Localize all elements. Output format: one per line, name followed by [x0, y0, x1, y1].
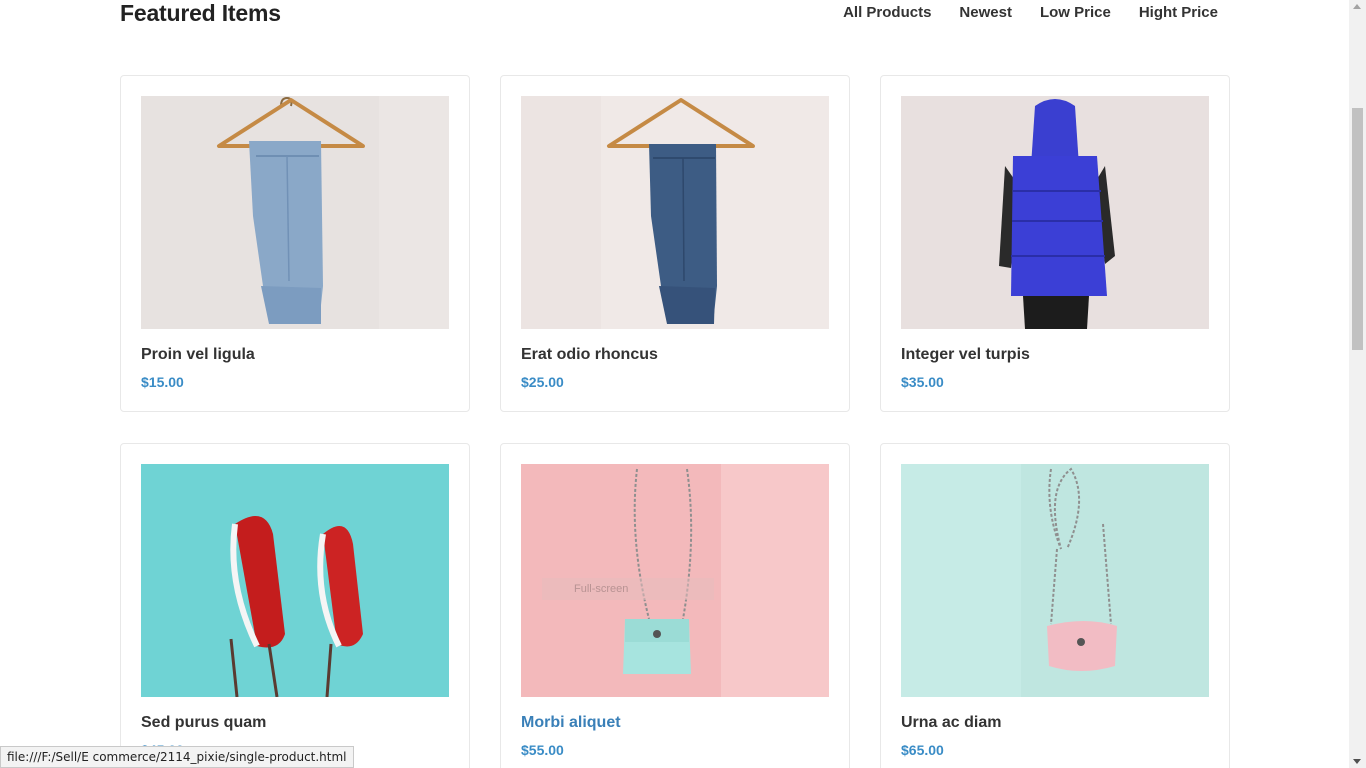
product-name[interactable]: Proin vel ligula: [141, 346, 255, 364]
product-price: $65.00: [901, 742, 944, 758]
product-image-pink-bag[interactable]: [901, 464, 1209, 697]
filter-low-price[interactable]: Low Price: [1040, 4, 1111, 21]
product-name[interactable]: Sed purus quam: [141, 714, 266, 732]
product-image-mint-bag[interactable]: Full-screen: [521, 464, 829, 697]
filter-newest[interactable]: Newest: [959, 4, 1012, 21]
product-name[interactable]: Urna ac diam: [901, 714, 1001, 732]
scrollbar-thumb[interactable]: [1352, 108, 1363, 350]
filter-high-price[interactable]: Hight Price: [1139, 4, 1218, 21]
scroll-up-arrow-icon[interactable]: [1353, 4, 1361, 9]
filter-all-products[interactable]: All Products: [843, 4, 931, 21]
product-image-sneakers[interactable]: [141, 464, 449, 697]
vertical-scrollbar[interactable]: [1349, 0, 1366, 768]
product-name[interactable]: Erat odio rhoncus: [521, 346, 658, 364]
product-price: $35.00: [901, 374, 944, 390]
product-price: $25.00: [521, 374, 564, 390]
status-bar-url: file:///F:/Sell/E commerce/2114_pixie/si…: [0, 746, 354, 768]
product-grid: Proin vel ligula $15.00 Erat odio rhoncu…: [120, 75, 1230, 768]
jeans-image: [141, 96, 449, 329]
product-name[interactable]: Integer vel turpis: [901, 346, 1030, 364]
product-image-vest[interactable]: [901, 96, 1209, 329]
product-card: Sed purus quam $45.00: [120, 443, 470, 768]
section-title: Featured Items: [120, 0, 281, 26]
product-card: Full-screen Morbi aliquet $55.00: [500, 443, 850, 768]
product-name[interactable]: Morbi aliquet: [521, 714, 621, 732]
product-image-dark-jeans[interactable]: [521, 96, 829, 329]
product-image-light-jeans[interactable]: [141, 96, 449, 329]
product-price: $15.00: [141, 374, 184, 390]
fullscreen-hint: Full-screen: [542, 578, 714, 600]
filter-nav: All Products Newest Low Price Hight Pric…: [843, 4, 1218, 21]
bag-image: [901, 464, 1209, 697]
page: Featured Items All Products Newest Low P…: [0, 0, 1349, 768]
product-card: Urna ac diam $65.00: [880, 443, 1230, 768]
sneakers-image: [141, 464, 449, 697]
product-card: Integer vel turpis $35.00: [880, 75, 1230, 412]
product-card: Proin vel ligula $15.00: [120, 75, 470, 412]
product-price: $55.00: [521, 742, 564, 758]
product-card: Erat odio rhoncus $25.00: [500, 75, 850, 412]
scroll-down-arrow-icon[interactable]: [1353, 759, 1361, 764]
vest-image: [901, 96, 1209, 329]
jeans-image: [521, 96, 829, 329]
